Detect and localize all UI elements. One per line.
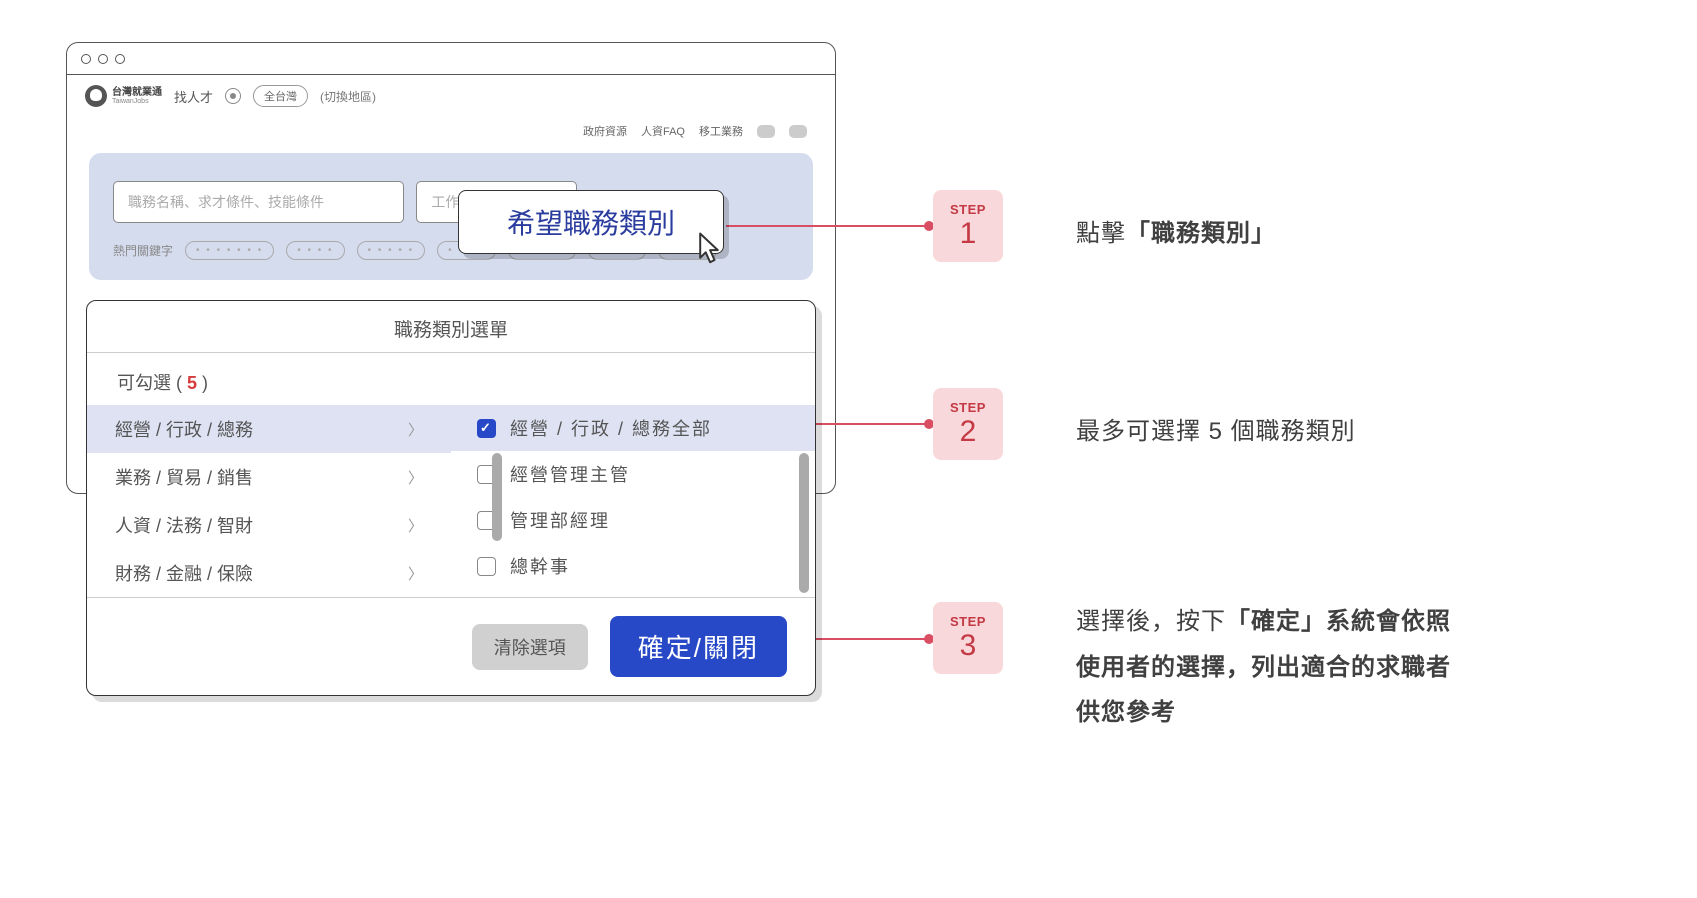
subcategory-item[interactable]: 經營管理主管 (451, 451, 815, 497)
category-item[interactable]: 財務 / 金融 / 保險 〉 (87, 549, 451, 597)
category-item[interactable]: 經營 / 行政 / 總務 〉 (87, 405, 451, 453)
migrant-link[interactable]: 移工業務 (699, 123, 743, 139)
subcategory-label: 管理部經理 (510, 507, 610, 533)
category-item-label: 財務 / 金融 / 保險 (115, 560, 253, 586)
subcategory-item[interactable]: 總幹事 (451, 543, 815, 589)
chevron-right-icon: 〉 (408, 515, 423, 536)
subcategory-label: 經營管理主管 (510, 461, 630, 487)
category-left-list: 經營 / 行政 / 總務〉 業務 / 貿易 / 銷售〉 人資 / 法務 / 智財… (87, 405, 451, 597)
chrome-dot (98, 54, 108, 64)
gov-resource-link[interactable]: 政府資源 (583, 123, 627, 139)
step-label: STEP (950, 400, 986, 415)
keyword-pill[interactable]: • • • • • • • (185, 241, 274, 260)
hr-faq-link[interactable]: 人資FAQ (641, 123, 685, 139)
explanation-2: 最多可選擇 5 個職務類別 (1076, 409, 1356, 455)
category-item[interactable]: 人資 / 法務 / 智財 〉 (87, 501, 451, 549)
step-label: STEP (950, 614, 986, 629)
checkbox-icon[interactable] (477, 557, 496, 576)
social-icon[interactable] (789, 125, 807, 138)
subnav: 政府資源 人資FAQ 移工業務 (67, 117, 835, 145)
explanation-3: 選擇後，按下「確定」系統會依照使用者的選擇，列出適合的求職者供您參考 (1076, 599, 1456, 736)
confirm-close-button[interactable]: 確定/關閉 (610, 616, 787, 677)
chrome-dot (115, 54, 125, 64)
modal-title: 職務類別選單 (87, 301, 815, 353)
keyword-pill[interactable]: • • • • (286, 241, 344, 260)
scrollbar-thumb[interactable] (799, 453, 809, 593)
category-item-label: 經營 / 行政 / 總務 (115, 416, 253, 442)
job-category-modal: 職務類別選單 可勾選 ( 5 ) 經營 / 行政 / 總務〉 業務 / 貿易 /… (86, 300, 816, 696)
subcategory-label: 總幹事 (510, 553, 570, 579)
subcategory-label: 經營 / 行政 / 總務全部 (510, 415, 712, 441)
keyword-pill[interactable]: • • • • • (357, 241, 426, 260)
top-bar: 台灣就業通 TaiwanJobs 找人才 全台灣 (切換地區) (67, 75, 835, 117)
category-item[interactable]: 業務 / 貿易 / 銷售 〉 (87, 453, 451, 501)
location-pill[interactable]: 全台灣 (253, 85, 308, 107)
social-icon[interactable] (757, 125, 775, 138)
site-logo[interactable]: 台灣就業通 TaiwanJobs (85, 85, 162, 107)
subcategory-right-list: 經營 / 行政 / 總務全部 經營管理主管 管理部經理 總幹事 (451, 405, 815, 597)
keyword-input[interactable]: 職務名稱、求才條件、技能條件 (113, 181, 404, 223)
logo-text-en: TaiwanJobs (112, 98, 162, 105)
clear-button[interactable]: 清除選項 (472, 624, 588, 670)
job-category-button[interactable]: 希望職務類別 (458, 190, 724, 254)
browser-chrome (67, 43, 835, 75)
step-badge-3: STEP 3 (933, 602, 1003, 674)
chevron-right-icon: 〉 (408, 563, 423, 584)
step-badge-1: STEP 1 (933, 190, 1003, 262)
job-category-button-label: 希望職務類別 (507, 202, 675, 242)
checkbox-icon[interactable] (477, 419, 496, 438)
step-number: 3 (960, 629, 977, 663)
scrollbar-thumb[interactable] (492, 453, 502, 541)
chevron-right-icon: 〉 (408, 419, 423, 440)
chrome-dot (81, 54, 91, 64)
subcategory-item[interactable]: 管理部經理 (451, 497, 815, 543)
hot-keyword-label: 熱門關鍵字 (113, 242, 173, 259)
step-badge-2: STEP 2 (933, 388, 1003, 460)
switch-area-link[interactable]: (切換地區) (320, 88, 376, 105)
logo-icon (85, 85, 107, 107)
logo-text-cn: 台灣就業通 (112, 88, 162, 98)
subcategory-item[interactable]: 經營 / 行政 / 總務全部 (451, 405, 815, 451)
explanation-1: 點擊「職務類別」 (1076, 211, 1276, 257)
step-number: 2 (960, 415, 977, 449)
category-item-label: 人資 / 法務 / 智財 (115, 512, 253, 538)
chevron-right-icon: 〉 (408, 467, 423, 488)
selectable-count-label: 可勾選 ( 5 ) (87, 353, 815, 405)
category-item-label: 業務 / 貿易 / 銷售 (115, 464, 253, 490)
modal-footer: 清除選項 確定/關閉 (87, 597, 815, 695)
find-talent-link[interactable]: 找人才 (174, 87, 213, 106)
location-pin-icon (225, 88, 241, 104)
connector-line (726, 225, 932, 227)
step-label: STEP (950, 202, 986, 217)
cursor-icon (687, 227, 731, 271)
step-number: 1 (960, 217, 977, 251)
